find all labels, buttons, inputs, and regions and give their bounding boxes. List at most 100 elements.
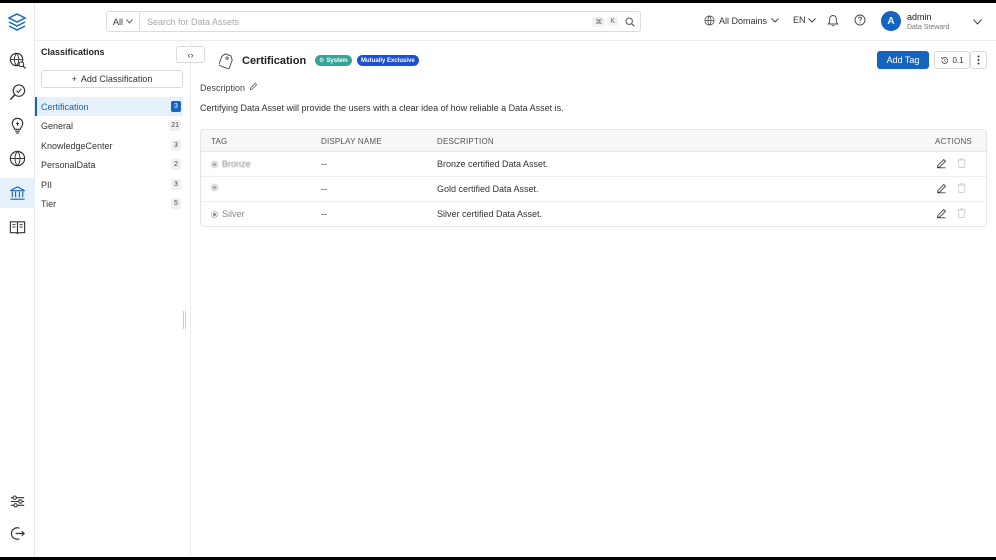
tags-table: TAG DISPLAY NAME DESCRIPTION ACTIONS Bro… [200, 129, 987, 227]
description-label-text: Description [200, 82, 246, 93]
data-quality-icon[interactable] [0, 77, 35, 107]
language-label: EN [793, 15, 806, 25]
version-history-button[interactable]: 0.1 [934, 51, 970, 69]
classification-item-pii[interactable]: PII 3 [35, 175, 183, 194]
tag-cell[interactable] [211, 184, 222, 191]
tag-status-icon [211, 184, 218, 191]
system-badge-label: System [326, 57, 348, 64]
panel-title: Classifications [41, 47, 105, 57]
classification-label: PII [41, 179, 53, 190]
classification-item-general[interactable]: General 21 [35, 116, 183, 135]
domains-icon[interactable] [0, 143, 35, 173]
user-menu-chevron-icon[interactable] [973, 17, 982, 27]
classification-label: PersonalData [41, 159, 96, 170]
chevron-down-icon [771, 18, 779, 23]
main-content: Certification ⚙ System Mutually Exclusiv… [191, 41, 996, 557]
system-badge: ⚙ System [315, 55, 352, 66]
notification-bell-icon[interactable] [827, 14, 839, 29]
table-row: Bronze -- Bronze certified Data Asset. [201, 152, 986, 177]
tag-cell[interactable]: Silver [211, 209, 245, 219]
description-cell: Bronze certified Data Asset. [437, 159, 549, 169]
table-row: -- Gold certified Data Asset. [201, 177, 986, 202]
description-cell: Silver certified Data Asset. [437, 209, 543, 219]
add-tag-button[interactable]: Add Tag [877, 51, 929, 69]
classification-count: 3 [171, 179, 181, 190]
display-name-cell: -- [321, 209, 327, 219]
edit-icon[interactable] [936, 208, 947, 221]
classification-count: 3 [171, 101, 181, 112]
tag-icon [217, 53, 233, 71]
column-header-tag: TAG [211, 137, 228, 146]
search-bar: All ⌘ K [106, 11, 641, 32]
version-number: 0.1 [952, 55, 964, 65]
tag-cell[interactable]: Bronze [211, 159, 251, 169]
tag-name: Bronze [222, 159, 251, 169]
app-frame: All ⌘ K All Domains EN A admin Dat [0, 3, 996, 557]
domains-dropdown[interactable]: All Domains [704, 15, 779, 26]
kebab-menu-icon [977, 55, 980, 65]
logout-icon[interactable] [0, 518, 35, 548]
display-name-cell: -- [321, 184, 327, 194]
edit-description-icon[interactable] [249, 82, 258, 93]
insights-icon[interactable] [0, 110, 35, 140]
user-name: admin [907, 12, 932, 22]
shortcut-key-k: K [607, 17, 618, 26]
panel-resize-handle[interactable] [183, 311, 186, 329]
table-header: TAG DISPLAY NAME DESCRIPTION ACTIONS [201, 130, 986, 152]
avatar[interactable]: A [881, 11, 901, 31]
classification-label: Certification [41, 101, 89, 112]
logo-icon[interactable] [6, 11, 28, 33]
explore-icon[interactable] [0, 45, 35, 75]
settings-icon[interactable] [0, 486, 35, 516]
classification-item-certification[interactable]: Certification 3 [35, 97, 183, 116]
classification-count: 21 [169, 120, 181, 131]
top-bar: All ⌘ K All Domains EN A admin Dat [35, 3, 996, 41]
more-options-button[interactable] [970, 51, 987, 69]
column-header-actions: ACTIONS [935, 137, 972, 146]
classifications-panel: Classifications ‹› + Add Classification … [35, 41, 205, 557]
delete-icon[interactable] [956, 182, 967, 196]
description-cell: Gold certified Data Asset. [437, 184, 539, 194]
governance-icon[interactable] [0, 178, 35, 208]
classification-count: 3 [171, 140, 181, 151]
search-scope-dropdown[interactable]: All [107, 12, 140, 31]
search-scope-label: All [112, 16, 123, 27]
glossary-icon[interactable] [0, 212, 35, 242]
description-text: Certifying Data Asset will provide the u… [200, 103, 564, 113]
plus-icon: + [71, 74, 77, 84]
tag-name: Silver [222, 209, 245, 219]
page-title: Certification [242, 55, 307, 67]
user-role: Data Steward [907, 24, 950, 31]
description-label: Description [200, 82, 258, 93]
add-classification-label: Add Classification [80, 74, 153, 84]
delete-icon[interactable] [956, 207, 967, 221]
delete-icon[interactable] [956, 157, 967, 171]
nav-rail [0, 3, 35, 557]
chevron-down-icon [126, 19, 133, 24]
classification-item-tier[interactable]: Tier 5 [35, 194, 183, 213]
domains-label: All Domains [719, 15, 768, 26]
classification-label: General [41, 120, 74, 131]
edit-icon[interactable] [936, 183, 947, 196]
globe-icon [704, 15, 715, 26]
edit-icon[interactable] [936, 158, 947, 171]
table-row: Silver -- Silver certified Data Asset. [201, 202, 986, 226]
language-dropdown[interactable]: EN [793, 15, 816, 25]
search-icon[interactable] [620, 16, 640, 27]
column-header-description: DESCRIPTION [437, 137, 494, 146]
help-icon[interactable] [854, 14, 866, 28]
classification-item-personaldata[interactable]: PersonalData 2 [35, 155, 183, 174]
search-input[interactable] [140, 16, 593, 27]
add-classification-button[interactable]: + Add Classification [41, 70, 183, 88]
shortcut-key-cmd: ⌘ [592, 16, 606, 27]
tag-status-icon [211, 160, 218, 168]
classification-label: Tier [41, 198, 57, 209]
system-icon: ⚙ [319, 58, 325, 64]
display-name-cell: -- [321, 159, 327, 169]
classification-label: KnowledgeCenter [41, 140, 113, 151]
mutually-exclusive-badge: Mutually Exclusive [357, 55, 419, 66]
classification-count: 2 [171, 159, 181, 170]
tag-status-icon [211, 210, 218, 218]
history-icon [941, 56, 949, 64]
classification-item-knowledgecenter[interactable]: KnowledgeCenter 3 [35, 136, 183, 155]
